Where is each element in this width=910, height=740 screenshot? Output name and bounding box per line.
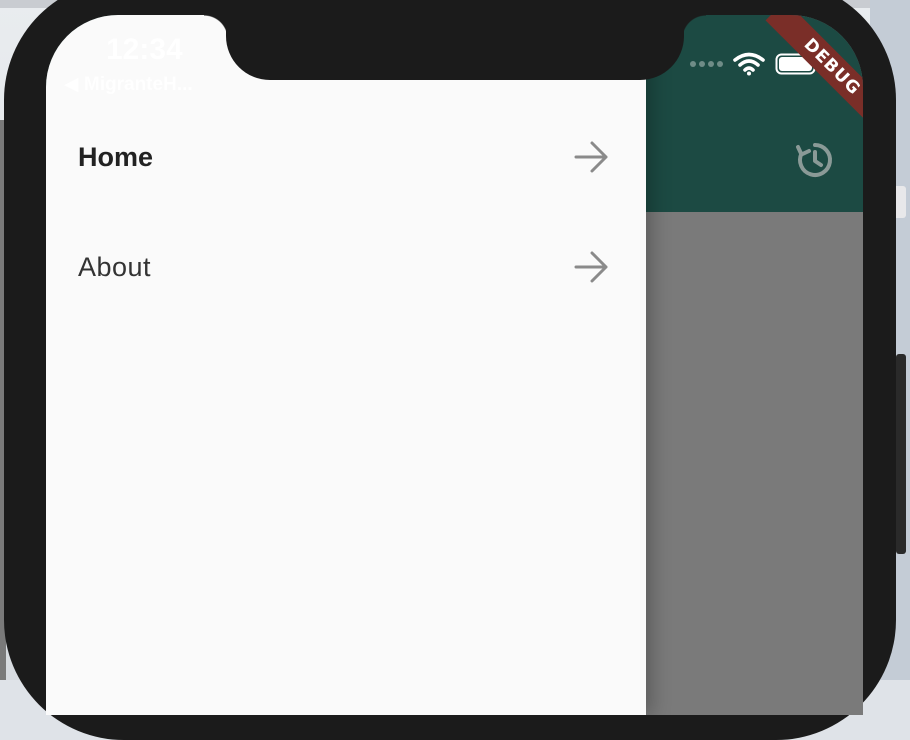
notch-shoulder-left [204,15,228,39]
phone-screen: DEBUG 12:34 ◀ MigranteH... Home About [46,15,863,715]
status-time: 12:34 [106,33,183,66]
history-button[interactable] [792,137,838,183]
navigation-drawer: 12:34 ◀ MigranteH... Home About [46,15,646,715]
arrow-forward-icon [574,141,608,173]
arrow-forward-icon [574,251,608,283]
notch-shoulder-right [682,15,706,39]
phone-frame: DEBUG 12:34 ◀ MigranteH... Home About [4,0,896,740]
phone-notch [226,0,684,80]
desktop-right-slot [896,354,906,554]
drawer-item-label: Home [78,141,154,172]
drawer-item-label: About [78,251,152,282]
drawer-item-home[interactable]: Home [46,107,646,207]
drawer-item-about[interactable]: About [46,217,646,317]
cellular-signal-icon [690,61,723,67]
wifi-icon [733,52,765,76]
back-to-app-link[interactable]: ◀ MigranteH... [64,73,193,96]
history-icon [796,143,832,177]
